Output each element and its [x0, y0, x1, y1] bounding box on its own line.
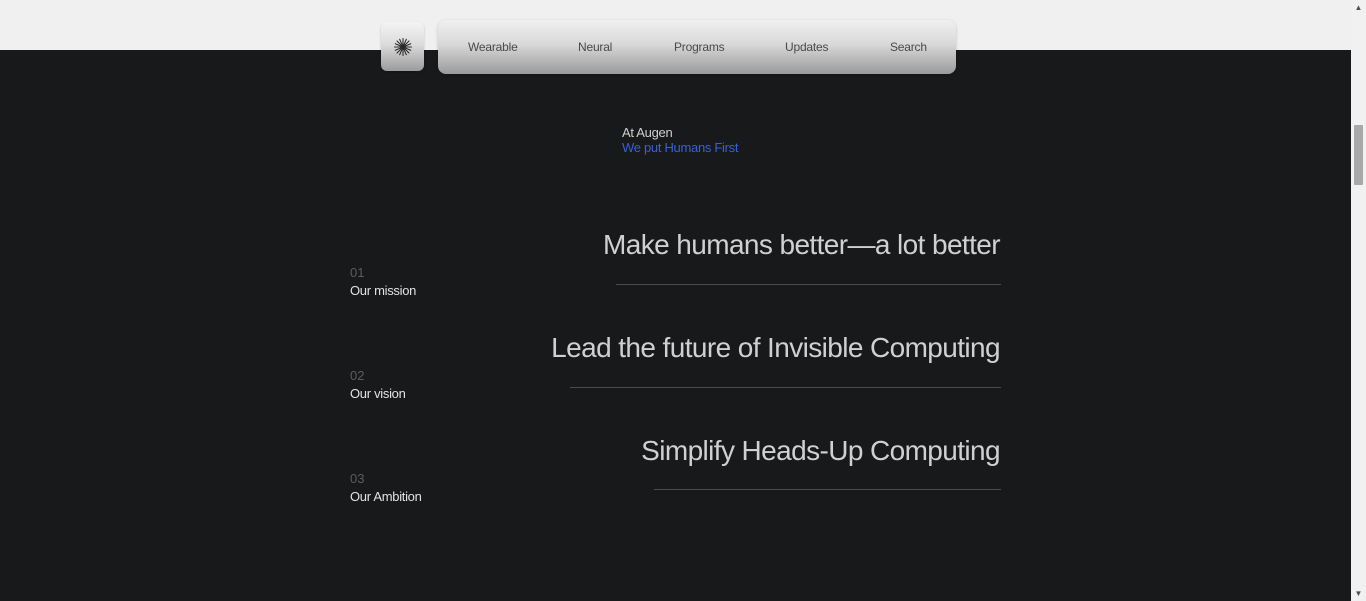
scroll-down-arrow-icon[interactable]: ▼ — [1351, 586, 1366, 601]
vision-statement: Lead the future of Invisible Computing — [551, 332, 1000, 363]
nav-item-updates[interactable]: Updates — [785, 40, 828, 54]
vision-label: Our vision — [350, 386, 406, 401]
nav-item-search[interactable]: Search — [890, 40, 927, 54]
ambition-divider — [654, 489, 1001, 490]
intro-tagline: We put Humans First — [622, 140, 739, 155]
main-navigation: Wearable Neural Programs Updates Search — [438, 20, 956, 74]
asterisk-burst-icon — [393, 37, 412, 56]
intro-label: At Augen — [622, 125, 673, 140]
scrollbar-thumb[interactable] — [1354, 125, 1363, 185]
nav-item-neural[interactable]: Neural — [578, 40, 612, 54]
mission-label: Our mission — [350, 283, 417, 298]
ambition-number: 03 — [350, 471, 365, 486]
nav-item-wearable[interactable]: Wearable — [468, 40, 518, 54]
scroll-up-arrow-icon[interactable]: ▲ — [1351, 0, 1366, 15]
vision-number: 02 — [350, 368, 365, 383]
mission-statement: Make humans better—a lot better — [603, 229, 1001, 260]
nav-item-programs[interactable]: Programs — [674, 40, 725, 54]
mission-divider — [616, 284, 1001, 285]
ambition-statement: Simplify Heads-Up Computing — [641, 435, 1000, 466]
ambition-label: Our Ambition — [350, 489, 422, 504]
page-scrollbar[interactable]: ▲ ▼ — [1351, 0, 1366, 601]
page-viewport: Wearable Neural Programs Updates Search … — [0, 0, 1351, 601]
logo-button[interactable] — [381, 22, 424, 71]
mission-section — [0, 50, 1351, 601]
vision-divider — [570, 387, 1001, 388]
mission-number: 01 — [350, 265, 365, 280]
